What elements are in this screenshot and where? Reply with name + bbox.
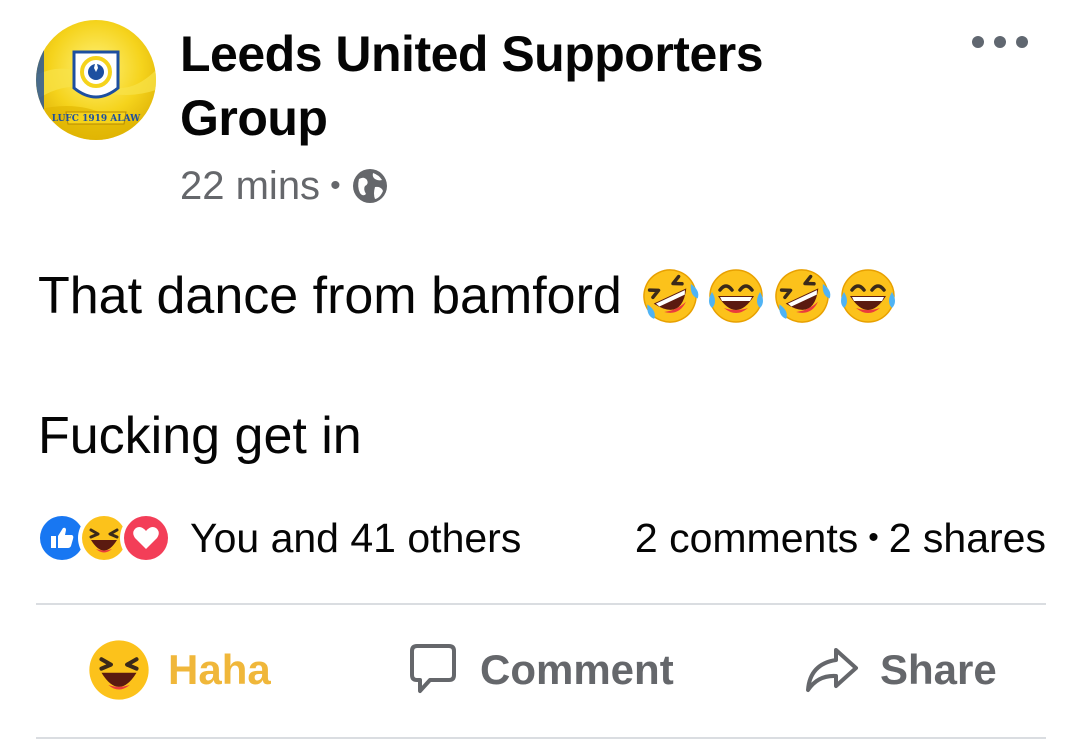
reaction-icons[interactable] (36, 512, 172, 564)
engagement-counts: 2 comments • 2 shares (635, 515, 1046, 562)
share-button[interactable]: Share (802, 636, 997, 704)
share-label: Share (880, 646, 997, 693)
rolling-on-floor-laughing-icon (775, 269, 831, 323)
more-dot-icon (972, 36, 984, 48)
reactors-text[interactable]: You and 41 others (190, 515, 521, 562)
divider (36, 603, 1046, 605)
shares-count-link[interactable]: 2 shares (889, 515, 1046, 562)
timestamp-link[interactable]: 22 mins (180, 164, 320, 209)
post-text-line-1: That dance from bamford (38, 264, 900, 328)
haha-icon (89, 640, 149, 700)
leeds-crest-logo: LUFC 1919 ALAW (36, 20, 156, 140)
post-card: LUFC 1919 ALAW Leeds United Supporters G… (0, 0, 1080, 744)
emoji-group (638, 264, 900, 328)
group-avatar[interactable]: LUFC 1919 ALAW (36, 20, 156, 140)
post-text-line-2: Fucking get in (38, 404, 362, 468)
haha-reaction-button[interactable]: Haha (88, 636, 271, 704)
tears-of-joy-icon (708, 269, 763, 323)
share-arrow-icon (806, 648, 858, 692)
divider (36, 737, 1046, 739)
comment-label: Comment (480, 646, 674, 693)
more-options-button[interactable] (972, 30, 1028, 54)
tears-of-joy-icon (840, 269, 895, 323)
post-meta: 22 mins • (180, 160, 389, 212)
post-text: Fucking get in (38, 407, 362, 465)
more-dot-icon (1016, 36, 1028, 48)
globe-icon (351, 167, 389, 205)
reaction-summary: You and 41 others 2 comments • 2 shares (36, 510, 1046, 566)
comment-button[interactable]: Comment (404, 636, 674, 704)
comment-icon (410, 644, 456, 693)
haha-label: Haha (168, 646, 271, 693)
rolling-on-floor-laughing-icon (643, 269, 699, 323)
avatar-text: LUFC 1919 ALAW (52, 114, 141, 124)
more-dot-icon (994, 36, 1006, 48)
post-text: That dance from bamford (38, 267, 622, 325)
love-icon (120, 512, 172, 564)
counts-separator: • (868, 521, 879, 554)
group-name-link[interactable]: Leeds United Supporters Group (180, 22, 880, 150)
meta-separator: • (330, 169, 341, 202)
comments-count-link[interactable]: 2 comments (635, 515, 858, 562)
